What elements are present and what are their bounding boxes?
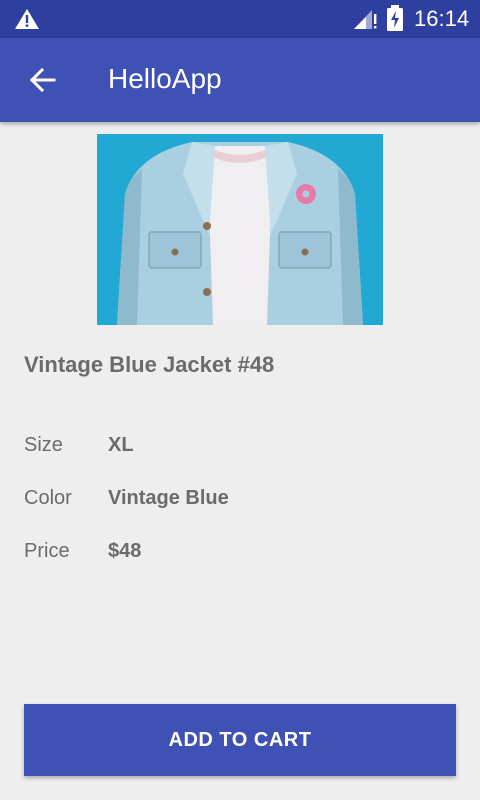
status-time: 16:14 xyxy=(414,6,470,31)
spec-label: Size xyxy=(24,434,63,456)
spec-value: XL xyxy=(108,434,134,456)
spec-label: Price xyxy=(24,540,70,562)
signal-icon xyxy=(354,10,377,29)
app-title: HelloApp xyxy=(108,63,222,94)
arrow-back-icon[interactable] xyxy=(28,66,56,94)
warning-icon xyxy=(15,9,39,29)
spec-value: $48 xyxy=(108,540,142,562)
spec-value: Vintage Blue xyxy=(108,487,229,509)
status-bar: 16:14 xyxy=(0,0,480,38)
product-image xyxy=(97,134,383,325)
battery-charging-icon xyxy=(387,5,403,31)
product-title: Vintage Blue Jacket #48 xyxy=(24,352,275,377)
app-bar: HelloApp xyxy=(0,38,480,122)
add-to-cart-button[interactable]: ADD TO CART xyxy=(24,704,456,776)
jacket-photo xyxy=(97,134,383,325)
spec-label: Color xyxy=(24,487,72,509)
